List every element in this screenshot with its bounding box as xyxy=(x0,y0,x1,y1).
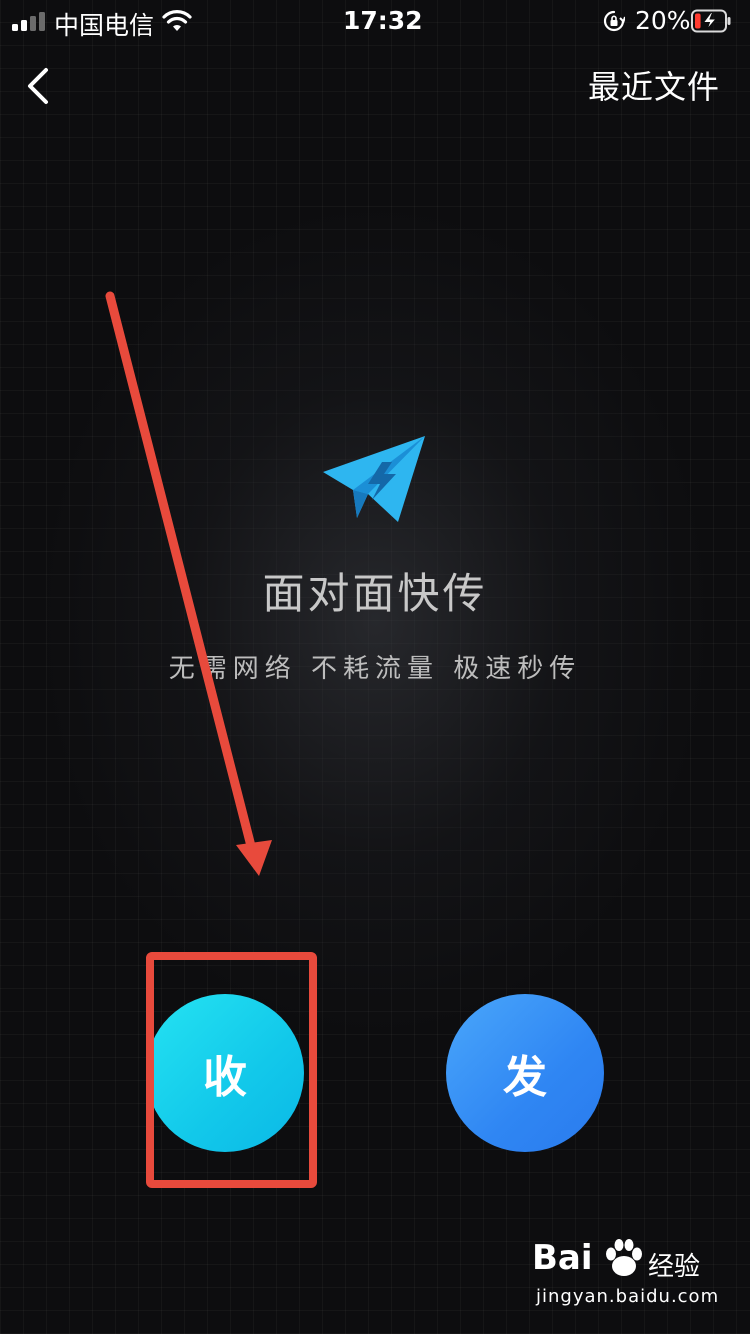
battery-charging-icon xyxy=(691,9,731,33)
status-time: 17:32 xyxy=(343,6,423,35)
watermark-suffix: 经验 xyxy=(648,1252,701,1282)
status-bar: 中国电信 17:32 20% xyxy=(0,0,750,42)
receive-button[interactable]: 收 xyxy=(146,994,304,1152)
recent-files-button[interactable]: 最近文件 xyxy=(588,62,720,108)
paper-plane-lightning-icon xyxy=(323,436,425,522)
paw-icon xyxy=(606,1239,642,1276)
baidu-jingyan-watermark: Bai 经验 jingyan.baidu.com xyxy=(532,1238,732,1318)
page-subtitle: 无需网络 不耗流量 极速秒传 xyxy=(168,654,582,684)
signal-icon xyxy=(12,11,46,31)
watermark-url: jingyan.baidu.com xyxy=(536,1286,720,1307)
rotation-lock-icon xyxy=(603,10,625,32)
chevron-left-icon[interactable] xyxy=(22,64,62,108)
battery-percent: 20% xyxy=(635,6,691,35)
send-button[interactable]: 发 xyxy=(446,994,604,1152)
receive-button-label: 收 xyxy=(203,1052,247,1103)
page-title: 面对面快传 xyxy=(262,569,488,618)
wifi-icon xyxy=(162,10,192,31)
carrier-name: 中国电信 xyxy=(54,11,155,40)
watermark-brand: Bai xyxy=(532,1238,593,1278)
send-button-label: 发 xyxy=(503,1052,547,1103)
